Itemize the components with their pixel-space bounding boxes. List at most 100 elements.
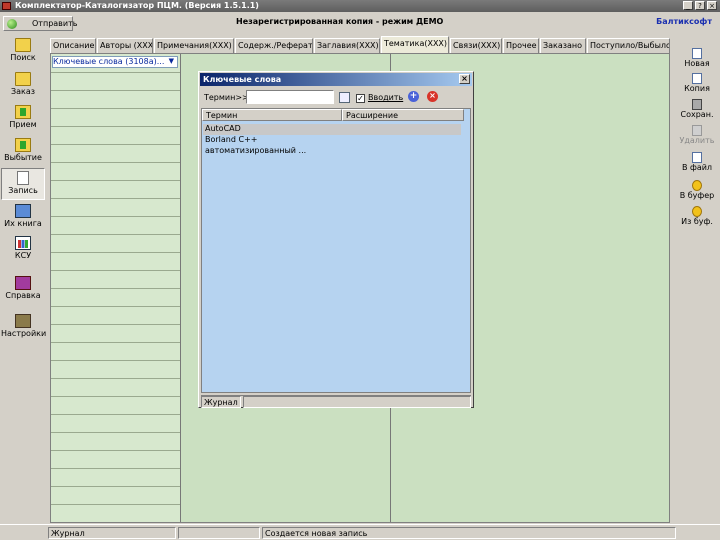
list-row-divider	[51, 270, 180, 271]
toolbar-withdraw[interactable]: Выбытие	[1, 136, 45, 168]
status-journal[interactable]: Журнал	[48, 527, 176, 539]
minimize-button[interactable]: _	[683, 1, 693, 10]
dialog-status-journal: Журнал	[201, 396, 241, 408]
list-row-divider	[51, 216, 180, 217]
brand-link[interactable]: Балтиксофт	[656, 17, 712, 26]
help-book-icon	[15, 276, 31, 290]
list-row-divider	[51, 126, 180, 127]
list-row-divider	[51, 360, 180, 361]
list-row-divider	[51, 378, 180, 379]
new-doc-icon	[692, 48, 702, 59]
window-title: Комплектатор-Каталогизатор ПЦМ. (Версия …	[15, 1, 259, 10]
list-row-divider	[51, 72, 180, 73]
top-bar: Отправить Незарегистрированная копия - р…	[0, 12, 720, 34]
tab-ordered[interactable]: Заказано	[540, 38, 586, 53]
export-file-button[interactable]: В файл	[676, 152, 718, 172]
list-row-divider	[51, 180, 180, 181]
list-row-divider	[51, 288, 180, 289]
toolbar-record[interactable]: Запись	[1, 168, 45, 200]
status-message: Создается новая запись	[262, 527, 676, 539]
tab-received[interactable]: Поступило/Выбыло	[587, 38, 670, 53]
tab-description[interactable]: Описание	[50, 38, 96, 53]
save-record-button[interactable]: Сохран.	[676, 99, 718, 119]
order-folder-icon	[15, 72, 31, 86]
tab-links[interactable]: Связи(XXX)	[450, 38, 502, 53]
toolbar-their-book[interactable]: Их книга	[1, 202, 45, 234]
keywords-grid[interactable]: Термин Расширение AutoCAD Borland C++ ав…	[201, 108, 471, 393]
delete-icon	[692, 125, 702, 136]
chart-icon	[15, 236, 31, 250]
toolbar-order[interactable]: Заказ	[1, 70, 45, 102]
toolbar-ksu[interactable]: КСУ	[1, 234, 45, 266]
keywords-dialog: Ключевые слова × Термин>> ✓ Вводить + × …	[198, 71, 474, 408]
new-record-button[interactable]: Новая	[676, 48, 718, 68]
delete-icon[interactable]: ×	[427, 91, 438, 102]
column-header-term[interactable]: Термин	[202, 109, 342, 121]
search-folder-icon	[15, 38, 31, 52]
table-row[interactable]: автоматизированный ...	[203, 146, 308, 157]
dialog-close-button[interactable]: ×	[459, 74, 470, 84]
list-row-divider	[51, 504, 180, 505]
close-button[interactable]: ×	[707, 1, 717, 10]
list-row-divider	[51, 468, 180, 469]
list-row-divider	[51, 324, 180, 325]
copy-buffer-button[interactable]: В буфер	[676, 180, 718, 200]
list-row-divider	[51, 252, 180, 253]
record-page-icon	[17, 171, 29, 185]
dialog-status-empty	[243, 396, 471, 408]
tab-notes[interactable]: Примечания(XXX)	[154, 38, 234, 53]
tab-subjects[interactable]: Тематика(XXX)	[381, 36, 449, 53]
tab-titles[interactable]: Заглавия(XXX)	[314, 38, 380, 53]
save-icon	[692, 99, 702, 110]
dialog-status-bar: Журнал	[201, 395, 471, 408]
tab-other[interactable]: Прочее	[503, 38, 539, 53]
windows-icon	[15, 204, 31, 218]
list-row-divider	[51, 162, 180, 163]
toolbar-help[interactable]: Справка	[1, 274, 45, 306]
add-icon[interactable]: +	[408, 91, 419, 102]
list-row-divider	[51, 198, 180, 199]
list-row-divider	[51, 108, 180, 109]
tab-contents[interactable]: Содерж./Реферат	[235, 38, 313, 53]
list-row-divider	[51, 90, 180, 91]
enter-checkbox[interactable]: ✓	[356, 94, 365, 103]
table-row[interactable]: Borland C++	[203, 135, 259, 146]
status-bar: Журнал Создается новая запись	[0, 524, 720, 540]
term-label: Термин>>	[204, 93, 249, 102]
table-row[interactable]: AutoCAD	[203, 124, 461, 135]
list-row-divider	[51, 432, 180, 433]
keyword-select-value: Ключевые слова (3108а)...	[53, 57, 165, 66]
paste-buffer-button[interactable]: Из буф.	[676, 206, 718, 226]
list-row-divider	[51, 306, 180, 307]
title-bar: Комплектатор-Каталогизатор ПЦМ. (Версия …	[0, 0, 720, 12]
tools-icon	[15, 314, 31, 328]
list-row-divider	[51, 342, 180, 343]
send-button-label: Отправить	[32, 19, 78, 28]
term-input[interactable]	[246, 90, 334, 104]
copy-doc-icon	[692, 73, 702, 84]
dialog-title-bar[interactable]: Ключевые слова ×	[200, 73, 472, 86]
keyword-list[interactable]	[51, 54, 181, 522]
receive-folder-icon	[15, 105, 31, 119]
tab-authors[interactable]: Авторы (XXX)	[97, 38, 153, 53]
delete-record-button[interactable]: Удалить	[676, 125, 718, 145]
column-header-extension[interactable]: Расширение	[342, 109, 464, 121]
list-row-divider	[51, 234, 180, 235]
keyword-select[interactable]: Ключевые слова (3108а)... ▼	[52, 56, 178, 68]
send-button[interactable]: Отправить	[3, 16, 77, 31]
app-icon	[2, 2, 11, 10]
copy-record-button[interactable]: Копия	[676, 73, 718, 93]
from-buffer-icon	[692, 206, 702, 217]
help-button[interactable]: ?	[695, 1, 705, 10]
enter-checkbox-label[interactable]: Вводить	[368, 93, 403, 102]
withdraw-folder-icon	[15, 138, 31, 152]
dropdown-arrow-icon: ▼	[168, 57, 174, 65]
list-row-divider	[51, 144, 180, 145]
list-row-divider	[51, 414, 180, 415]
to-file-icon	[692, 152, 702, 163]
toolbar-receive[interactable]: Прием	[1, 103, 45, 135]
edit-icon[interactable]	[339, 92, 350, 103]
toolbar-settings[interactable]: Настройки	[1, 312, 46, 344]
toolbar-search[interactable]: Поиск	[1, 36, 45, 68]
list-row-divider	[51, 396, 180, 397]
